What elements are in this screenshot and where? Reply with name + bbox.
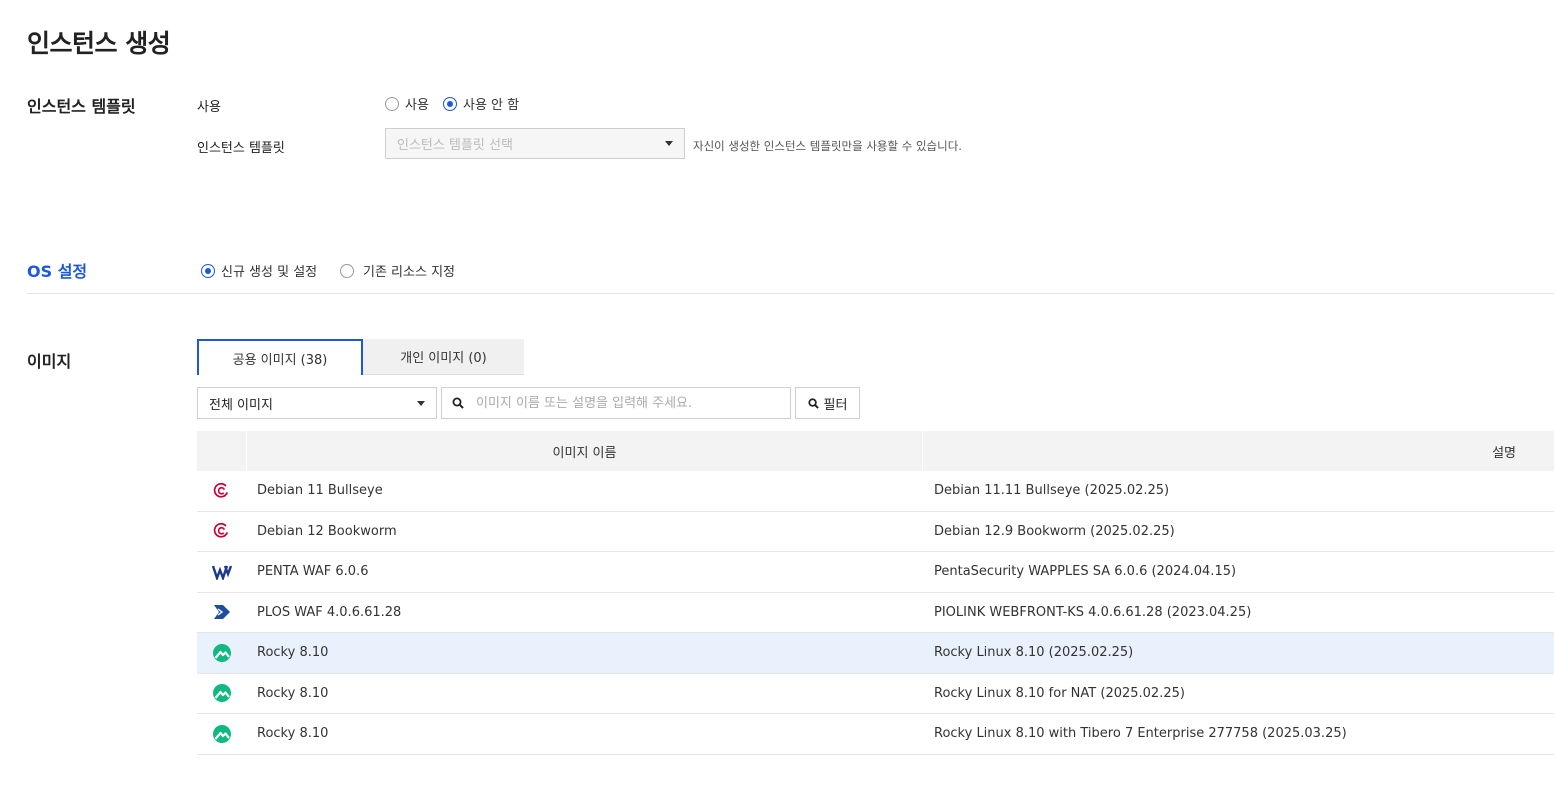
row-image-name: PLOS WAF 4.0.6.61.28 xyxy=(257,604,402,620)
search-icon xyxy=(452,397,464,409)
table-row[interactable]: Debian 12 Bookworm Debian 12.9 Bookworm … xyxy=(197,512,1554,552)
chevron-down-icon xyxy=(665,141,673,146)
table-row[interactable]: Rocky 8.10 Rocky Linux 8.10 for NAT (202… xyxy=(197,674,1554,714)
rocky-icon xyxy=(212,643,232,663)
row-image-name: Rocky 8.10 xyxy=(257,645,329,661)
page-title: 인스턴스 생성 xyxy=(27,29,171,58)
use-template-label: 사용 xyxy=(197,100,221,115)
rocky-icon xyxy=(212,683,232,703)
image-type-select[interactable]: 전체 이미지 xyxy=(197,387,437,419)
template-section-title: 인스턴스 템플릿 xyxy=(27,97,136,116)
row-image-desc: Rocky Linux 8.10 (2025.02.25) xyxy=(934,645,1134,661)
radio-circle-icon xyxy=(385,96,399,111)
chevron-down-icon xyxy=(417,400,425,406)
image-section-title: 이미지 xyxy=(27,352,72,371)
radio-circle-icon xyxy=(201,263,215,278)
image-type-select-value: 전체 이미지 xyxy=(209,397,273,413)
table-header: 이미지 이름 설명 xyxy=(197,431,1554,471)
filter-button-label: 필터 xyxy=(823,397,848,413)
plos-waf-icon xyxy=(213,604,231,620)
row-image-name: Rocky 8.10 xyxy=(257,685,329,701)
row-image-desc: PIOLINK WEBFRONT-KS 4.0.6.61.28 (2023.04… xyxy=(934,604,1252,620)
row-image-name: Rocky 8.10 xyxy=(257,726,329,742)
row-image-desc: Rocky Linux 8.10 with Tibero 7 Enterpris… xyxy=(934,726,1347,742)
column-header-name[interactable]: 이미지 이름 xyxy=(247,431,923,471)
radio-circle-icon xyxy=(340,263,354,278)
template-select-placeholder: 인스턴스 템플릿 선택 xyxy=(397,138,513,153)
tab-public-images[interactable]: 공용 이미지 (38) xyxy=(197,339,363,375)
radio-template-not-use[interactable]: 사용 안 함 xyxy=(443,94,519,113)
row-image-name: Debian 11 Bullseye xyxy=(257,483,383,499)
penta-waf-icon xyxy=(212,564,232,580)
search-icon xyxy=(807,397,819,409)
table-row[interactable]: PLOS WAF 4.0.6.61.28 PIOLINK WEBFRONT-KS… xyxy=(197,593,1554,633)
filter-button[interactable]: 필터 xyxy=(795,387,860,419)
row-image-name: Debian 12 Bookworm xyxy=(257,523,397,539)
radio-os-existing-label: 기존 리소스 지정 xyxy=(363,265,455,280)
radio-os-new[interactable]: 신규 생성 및 설정 xyxy=(201,261,317,280)
radio-template-use[interactable]: 사용 xyxy=(385,94,429,113)
search-input[interactable] xyxy=(476,395,776,411)
radio-os-existing[interactable]: 기존 리소스 지정 xyxy=(340,261,455,280)
table-row[interactable]: Rocky 8.10 Rocky Linux 8.10 with Tibero … xyxy=(197,714,1554,755)
section-divider xyxy=(27,293,1554,294)
column-header-desc[interactable]: 설명 xyxy=(923,431,1554,471)
template-field-label: 인스턴스 템플릿 xyxy=(197,141,285,156)
template-hint: 자신이 생성한 인스턴스 템플릿만을 사용할 수 있습니다. xyxy=(693,139,962,153)
table-row[interactable]: Debian 11 Bullseye Debian 11.11 Bullseye… xyxy=(197,471,1554,512)
rocky-icon xyxy=(212,724,232,744)
row-image-desc: Rocky Linux 8.10 for NAT (2025.02.25) xyxy=(934,685,1185,701)
row-image-name: PENTA WAF 6.0.6 xyxy=(257,564,369,580)
debian-icon xyxy=(212,481,232,501)
row-image-desc: Debian 12.9 Bookworm (2025.02.25) xyxy=(934,523,1175,539)
row-image-desc: Debian 11.11 Bullseye (2025.02.25) xyxy=(934,483,1170,499)
image-table: 이미지 이름 설명 Debian 11 Bullseye Debian 11.1… xyxy=(197,431,1554,755)
radio-os-new-label: 신규 생성 및 설정 xyxy=(221,265,318,280)
template-select[interactable]: 인스턴스 템플릿 선택 xyxy=(385,128,685,159)
radio-template-not-use-label: 사용 안 함 xyxy=(463,98,520,113)
table-header-icon-cell xyxy=(197,431,247,471)
table-row-selected[interactable]: Rocky 8.10 Rocky Linux 8.10 (2025.02.25) xyxy=(197,633,1554,674)
os-section-title: OS 설정 xyxy=(27,262,88,281)
table-row[interactable]: PENTA WAF 6.0.6 PentaSecurity WAPPLES SA… xyxy=(197,552,1554,593)
row-image-desc: PentaSecurity WAPPLES SA 6.0.6 (2024.04.… xyxy=(934,564,1237,580)
debian-icon xyxy=(212,521,232,541)
search-box xyxy=(441,387,791,419)
radio-circle-icon xyxy=(443,96,457,111)
tab-private-images[interactable]: 개인 이미지 (0) xyxy=(363,339,524,375)
radio-template-use-label: 사용 xyxy=(405,98,429,113)
